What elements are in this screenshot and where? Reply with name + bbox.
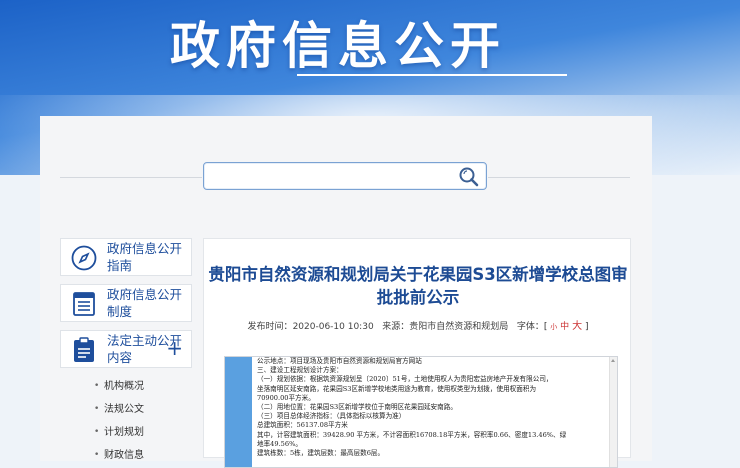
document-line: 总建筑面积：56137.08平方米 xyxy=(257,421,348,430)
document-list-icon xyxy=(73,292,95,316)
article-meta: 发布时间：2020-06-10 10:30 来源：贵阳市自然资源和规划局 字体：… xyxy=(204,317,632,332)
document-line: 建筑栋数：5栋，建筑层数：最高层数6层。 xyxy=(257,449,385,458)
sidebar-sub-list: 机构概况 法规公文 计划规划 财政信息 xyxy=(60,375,192,467)
fontsize-close: ] xyxy=(584,322,589,332)
expand-plus-icon[interactable]: + xyxy=(166,337,183,359)
document-line: （二）用地位置：花果园S3区新增学校位于南明区花果园延安南路。 xyxy=(257,403,457,412)
document-line: 坐落南明区延安南路，花果园S3区新增学校地类用途为教育，使用权类型为划拨，使用权… xyxy=(257,384,537,393)
divider-left xyxy=(60,177,202,178)
document-line: 公示地点：项目现场及贵阳市自然资源和规划局官方网站 xyxy=(257,357,422,365)
document-viewer[interactable]: 公示地点：项目现场及贵阳市自然资源和规划局官方网站 三、建设工程规划设计方案： … xyxy=(224,356,618,468)
document-line: 三、建设工程规划设计方案： xyxy=(257,366,343,375)
fontsize-label: 字体： xyxy=(516,322,544,332)
sidebar-item-guide[interactable]: 政府信息公开指南 xyxy=(60,238,192,276)
publish-time: 2020-06-10 10:30 xyxy=(292,322,374,332)
banner-title: 政府信息公开 xyxy=(170,17,506,75)
document-text: 公示地点：项目现场及贵阳市自然资源和规划局官方网站 三、建设工程规划设计方案： … xyxy=(257,357,602,458)
source-value: 贵阳市自然资源和规划局 xyxy=(409,322,509,332)
fontsize-medium-button[interactable]: 中 xyxy=(560,322,569,332)
source-label: 来源： xyxy=(382,322,410,332)
document-line: 70900.00平方米。 xyxy=(257,393,315,402)
search-box xyxy=(203,162,487,190)
compass-icon xyxy=(71,245,97,271)
document-scrollbar[interactable] xyxy=(609,357,617,467)
sidebar-item-label: 政府信息公开制度 xyxy=(107,287,183,319)
search-icon[interactable] xyxy=(458,166,480,188)
sub-item-finance[interactable]: 财政信息 xyxy=(60,444,192,467)
fontsize-small-button[interactable]: 小 xyxy=(550,323,557,331)
document-side-band xyxy=(225,357,252,467)
sub-item-regulations[interactable]: 法规公文 xyxy=(60,398,192,421)
clipboard-icon xyxy=(74,337,94,362)
sidebar-item-label: 政府信息公开指南 xyxy=(107,241,183,273)
article-panel: 贵阳市自然资源和规划局关于花果园S3区新增学校总图审批批前公示 发布时间：202… xyxy=(203,238,632,468)
document-line: 地率49.56%。 xyxy=(257,439,302,448)
search-input[interactable] xyxy=(212,164,456,190)
article-title: 贵阳市自然资源和规划局关于花果园S3区新增学校总图审批批前公示 xyxy=(208,265,628,307)
document-line: （一）规划依据：根据筑资源规划呈〔2020〕51号，土地使用权人为贵阳宏益房地产… xyxy=(257,375,553,384)
fontsize-open: [ xyxy=(543,322,548,332)
document-line: （三）项目总体经济指标：（具体指标以核算为准） xyxy=(257,412,406,421)
fontsize-large-button[interactable]: 大 xyxy=(572,321,582,332)
sub-item-org[interactable]: 机构概况 xyxy=(60,375,192,398)
document-line: 其中，计容建筑面积：39428.90 平方米，不计容面积16708.18平方米，… xyxy=(257,430,567,439)
divider-right xyxy=(488,177,630,178)
publish-label: 发布时间： xyxy=(247,322,293,332)
sub-item-planning[interactable]: 计划规划 xyxy=(60,421,192,444)
sidebar-item-system[interactable]: 政府信息公开制度 xyxy=(60,284,192,322)
sidebar-item-active-disclosure[interactable]: 法定主动公开内容 + xyxy=(60,330,192,368)
banner-underline xyxy=(297,74,567,76)
